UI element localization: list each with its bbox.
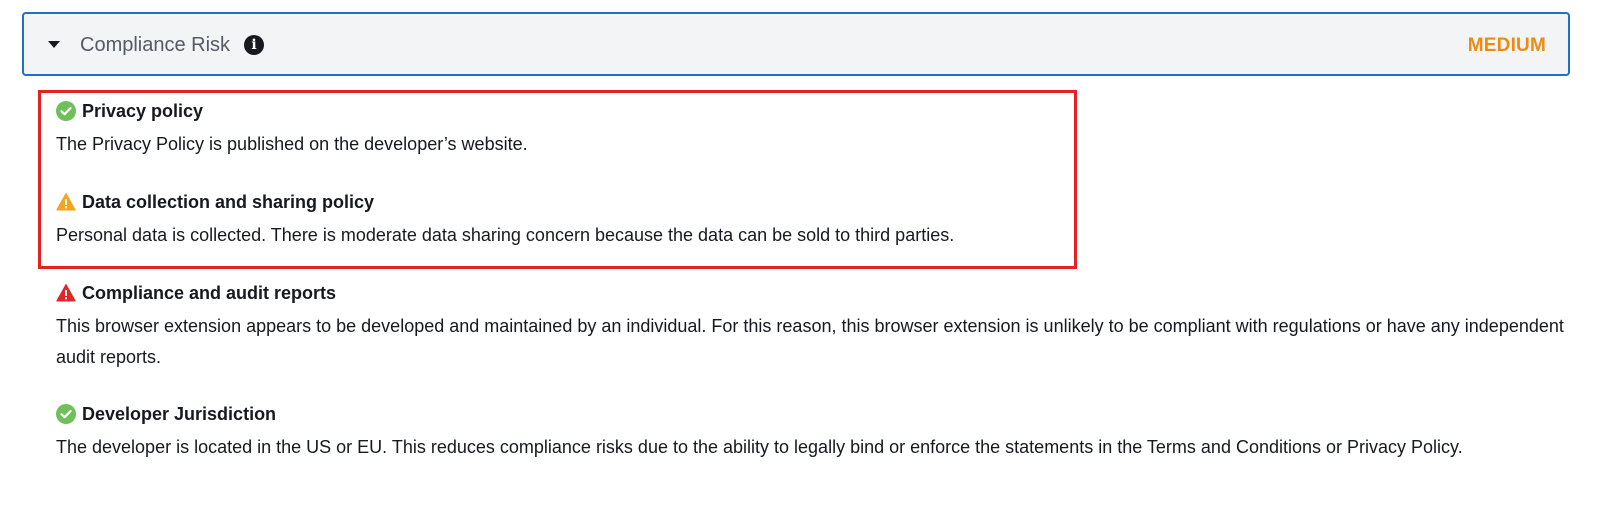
section-title-row: Data collection and sharing policy xyxy=(56,191,954,213)
section-title: Compliance and audit reports xyxy=(82,283,337,303)
info-icon[interactable]: i xyxy=(244,35,264,55)
section-title: Data collection and sharing policy xyxy=(82,192,375,212)
section-description: This browser extension appears to be dev… xyxy=(56,316,1564,367)
section-description: The Privacy Policy is published on the d… xyxy=(56,134,528,154)
error-triangle-icon xyxy=(56,284,76,302)
section-title: Privacy policy xyxy=(82,101,204,121)
section-title-row: Privacy policy xyxy=(56,100,528,122)
caret-down-icon[interactable] xyxy=(48,41,60,48)
check-circle-icon xyxy=(56,404,76,424)
section-title-row: Developer Jurisdiction xyxy=(56,403,1566,425)
warning-triangle-icon xyxy=(56,193,76,211)
section-description: Personal data is collected. There is mod… xyxy=(56,225,955,245)
section-data-collection: Data collection and sharing policy Perso… xyxy=(56,191,954,251)
section-description: The developer is located in the US or EU… xyxy=(56,437,1463,457)
risk-level-badge: MEDIUM xyxy=(1467,35,1546,56)
section-compliance-audit: Compliance and audit reports This browse… xyxy=(56,282,1566,373)
compliance-risk-panel-header[interactable]: Compliance Risk i MEDIUM xyxy=(22,12,1570,76)
section-title-row: Compliance and audit reports xyxy=(56,282,1566,304)
section-privacy-policy: Privacy policy The Privacy Policy is pub… xyxy=(56,100,528,160)
check-circle-icon xyxy=(56,101,76,121)
panel-title: Compliance Risk xyxy=(80,34,231,56)
section-title: Developer Jurisdiction xyxy=(82,404,277,424)
section-developer-jurisdiction: Developer Jurisdiction The developer is … xyxy=(56,403,1566,463)
